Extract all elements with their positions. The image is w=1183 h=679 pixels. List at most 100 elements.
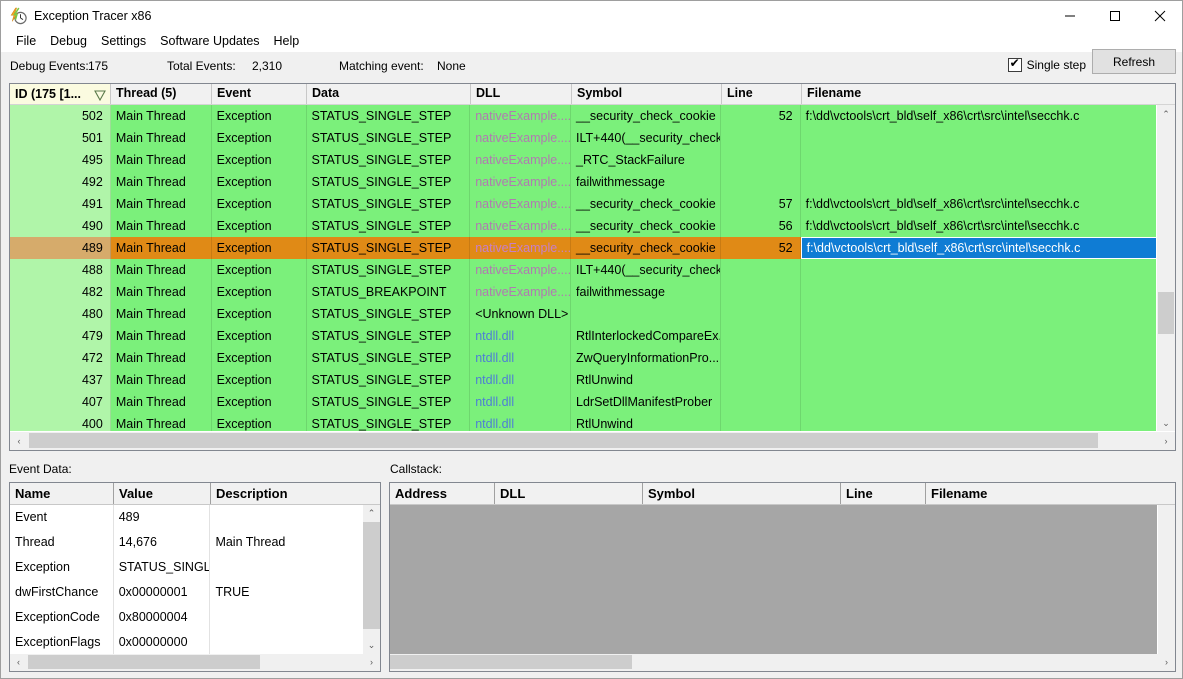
cell-line[interactable] (721, 325, 801, 347)
cell-line[interactable] (721, 149, 801, 171)
table-row[interactable]: 400 Main Thread Exception STATUS_SINGLE_STE… (10, 413, 1156, 432)
table-row[interactable]: 437 Main Thread Exception STATUS_SINGLE_STE… (10, 369, 1156, 391)
cell-data[interactable]: STATUS_SINGLE_STEP (307, 325, 471, 347)
event-data-cell-description[interactable] (210, 505, 362, 530)
cell-filename[interactable] (801, 259, 1156, 281)
column-header-id[interactable]: ID (175 [1... (10, 84, 111, 104)
cell-symbol[interactable]: ILT+440(__security_check... (571, 259, 721, 281)
scroll-right-icon[interactable]: › (363, 654, 380, 670)
scroll-left-icon[interactable]: ‹ (10, 654, 27, 670)
event-data-cell-description[interactable] (210, 555, 362, 580)
cell-data[interactable]: STATUS_BREAKPOINT (307, 281, 471, 303)
menu-debug[interactable]: Debug (43, 32, 94, 51)
event-data-cell-description[interactable] (210, 630, 362, 654)
cell-symbol[interactable]: LdrSetDllManifestProber (571, 391, 721, 413)
cell-line[interactable]: 52 (721, 105, 801, 127)
cell-filename[interactable] (801, 347, 1156, 369)
cell-thread[interactable]: Main Thread (111, 413, 212, 432)
cell-data[interactable]: STATUS_SINGLE_STEP (307, 171, 471, 193)
event-data-cell-value[interactable]: 0x00000000 (114, 630, 211, 654)
cell-symbol[interactable]: ILT+440(__security_check... (571, 127, 721, 149)
cell-id[interactable]: 492 (10, 171, 111, 193)
cell-line[interactable]: 52 (721, 237, 801, 259)
cell-filename[interactable] (801, 171, 1156, 193)
cell-symbol[interactable]: __security_check_cookie (571, 237, 721, 259)
cell-data[interactable]: STATUS_SINGLE_STEP (307, 149, 471, 171)
table-row[interactable]: 488 Main Thread Exception STATUS_SINGLE_STE… (10, 259, 1156, 281)
scroll-up-icon[interactable]: ⌃ (1157, 105, 1175, 123)
table-row[interactable]: 491 Main Thread Exception STATUS_SINGLE_STE… (10, 193, 1156, 215)
cell-id[interactable]: 491 (10, 193, 111, 215)
cell-thread[interactable]: Main Thread (111, 391, 212, 413)
scroll-up-icon[interactable]: ⌃ (363, 505, 380, 522)
column-header-description[interactable]: Description (211, 483, 363, 504)
event-data-row[interactable]: dwFirstChance 0x00000001 TRUE (10, 580, 362, 605)
column-header-symbol[interactable]: Symbol (572, 84, 722, 104)
column-header-symbol[interactable]: Symbol (643, 483, 841, 504)
cell-dll[interactable]: nativeExample.... (470, 259, 572, 281)
cell-data[interactable]: STATUS_SINGLE_STEP (307, 347, 471, 369)
cell-id[interactable]: 482 (10, 281, 111, 303)
cell-data[interactable]: STATUS_SINGLE_STEP (307, 105, 471, 127)
events-horizontal-scrollbar[interactable]: ‹ › (10, 431, 1175, 450)
events-vertical-scrollbar[interactable]: ⌃ ⌄ (1156, 105, 1175, 432)
close-button[interactable] (1137, 1, 1182, 31)
cell-filename[interactable]: f:\dd\vctools\crt_bld\self_x86\crt\src\i… (801, 193, 1156, 215)
cell-filename[interactable] (801, 325, 1156, 347)
cell-data[interactable]: STATUS_SINGLE_STEP (307, 237, 471, 259)
cell-symbol[interactable]: ZwQueryInformationPro... (571, 347, 721, 369)
table-row[interactable]: 489 Main Thread Exception STATUS_SINGLE_STE… (10, 237, 1156, 259)
cell-dll[interactable]: nativeExample.... (470, 127, 572, 149)
cell-dll[interactable]: ntdll.dll (470, 391, 572, 413)
cell-id[interactable]: 437 (10, 369, 111, 391)
cell-thread[interactable]: Main Thread (111, 303, 212, 325)
cell-thread[interactable]: Main Thread (111, 237, 212, 259)
event-data-vscroll-thumb[interactable] (363, 522, 380, 629)
maximize-button[interactable] (1092, 1, 1137, 31)
column-header-line[interactable]: Line (722, 84, 802, 104)
cell-event[interactable]: Exception (212, 281, 307, 303)
cell-id[interactable]: 489 (10, 237, 111, 259)
cell-dll[interactable]: nativeExample.... (470, 193, 572, 215)
cell-thread[interactable]: Main Thread (111, 215, 212, 237)
cell-dll[interactable]: ntdll.dll (470, 347, 572, 369)
cell-event[interactable]: Exception (212, 215, 307, 237)
event-data-cell-name[interactable]: Event (10, 505, 114, 530)
table-row[interactable]: 492 Main Thread Exception STATUS_SINGLE_STE… (10, 171, 1156, 193)
table-row[interactable]: 479 Main Thread Exception STATUS_SINGLE_STE… (10, 325, 1156, 347)
cell-thread[interactable]: Main Thread (111, 369, 212, 391)
cell-id[interactable]: 472 (10, 347, 111, 369)
event-data-cell-name[interactable]: ExceptionCode (10, 605, 114, 630)
cell-dll[interactable]: nativeExample.... (470, 171, 572, 193)
event-data-cell-value[interactable]: STATUS_SINGLE... (114, 555, 211, 580)
cell-event[interactable]: Exception (212, 237, 307, 259)
cell-symbol[interactable]: failwithmessage (571, 171, 721, 193)
cell-event[interactable]: Exception (212, 149, 307, 171)
cell-thread[interactable]: Main Thread (111, 281, 212, 303)
cell-symbol[interactable]: failwithmessage (571, 281, 721, 303)
cell-event[interactable]: Exception (212, 127, 307, 149)
cell-data[interactable]: STATUS_SINGLE_STEP (307, 413, 471, 432)
cell-line[interactable]: 56 (721, 215, 801, 237)
cell-filename[interactable] (801, 149, 1156, 171)
cell-dll[interactable]: ntdll.dll (470, 413, 572, 432)
cell-filename[interactable] (801, 391, 1156, 413)
cell-thread[interactable]: Main Thread (111, 325, 212, 347)
cell-line[interactable] (721, 281, 801, 303)
cell-filename[interactable]: f:\dd\vctools\crt_bld\self_x86\crt\src\i… (800, 237, 1156, 259)
cell-dll[interactable]: nativeExample.... (470, 215, 572, 237)
cell-data[interactable]: STATUS_SINGLE_STEP (307, 215, 471, 237)
cell-data[interactable]: STATUS_SINGLE_STEP (307, 391, 471, 413)
menu-file[interactable]: File (9, 32, 43, 51)
cell-filename[interactable]: f:\dd\vctools\crt_bld\self_x86\crt\src\i… (801, 215, 1156, 237)
cell-dll[interactable]: <Unknown DLL> (470, 303, 572, 325)
cell-symbol[interactable]: __security_check_cookie (571, 215, 721, 237)
event-data-row[interactable]: ExceptionSTATUS_SINGLE... (10, 555, 362, 580)
callstack-vertical-scrollbar[interactable] (1158, 505, 1175, 654)
column-header-line[interactable]: Line (841, 483, 926, 504)
menu-software-updates[interactable]: Software Updates (153, 32, 266, 51)
cell-data[interactable]: STATUS_SINGLE_STEP (307, 369, 471, 391)
events-vscroll-thumb[interactable] (1158, 292, 1174, 334)
menu-help[interactable]: Help (267, 32, 307, 51)
scroll-left-icon[interactable]: ‹ (10, 432, 28, 449)
